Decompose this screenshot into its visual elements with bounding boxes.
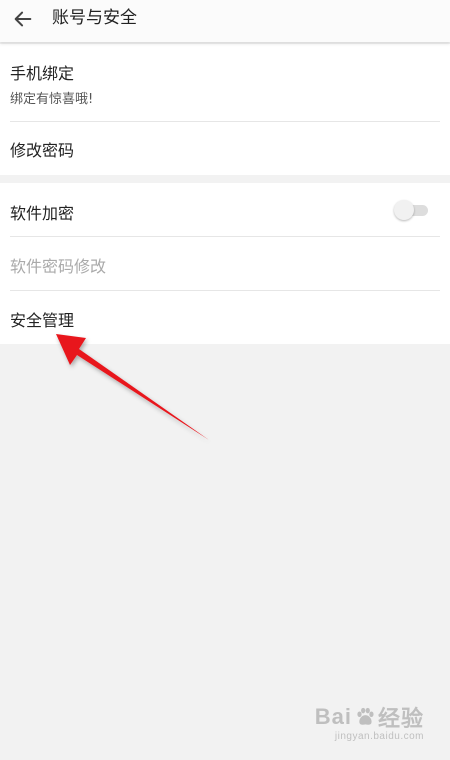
software-password-change-row: 软件密码修改 <box>0 237 450 290</box>
software-encryption-title: 软件加密 <box>10 204 75 223</box>
change-password-row[interactable]: 修改密码 <box>0 122 450 175</box>
watermark-brand-left: Bai <box>314 704 352 729</box>
software-encryption-toggle[interactable] <box>394 200 428 220</box>
settings-group-security: 软件加密 软件密码修改 安全管理 <box>0 183 450 344</box>
security-management-title: 安全管理 <box>10 311 75 330</box>
watermark-site: jingyan.baidu.com <box>334 731 424 742</box>
settings-group-binding: 手机绑定 绑定有惊喜哦! 修改密码 <box>0 44 450 175</box>
paw-icon <box>357 707 374 725</box>
baidu-jingyan-watermark: Bai 经验 jingyan.baidu.com <box>315 701 424 742</box>
security-management-row[interactable]: 安全管理 <box>0 291 450 344</box>
software-password-change-title: 软件密码修改 <box>10 257 107 276</box>
phone-binding-subtitle: 绑定有惊喜哦! <box>10 92 94 107</box>
watermark-brand-right: 经验 <box>377 706 424 731</box>
software-encryption-row[interactable]: 软件加密 <box>0 183 450 236</box>
app-header: 账号与安全 <box>0 0 450 42</box>
change-password-title: 修改密码 <box>10 141 75 160</box>
page-title: 账号与安全 <box>52 8 137 28</box>
phone-binding-title: 手机绑定 <box>10 64 75 83</box>
arrow-shape <box>56 334 209 440</box>
phone-binding-row[interactable]: 手机绑定 绑定有惊喜哦! <box>0 44 450 122</box>
back-button[interactable] <box>8 5 38 33</box>
arrow-left-icon <box>14 11 32 27</box>
toggle-knob <box>394 200 414 220</box>
